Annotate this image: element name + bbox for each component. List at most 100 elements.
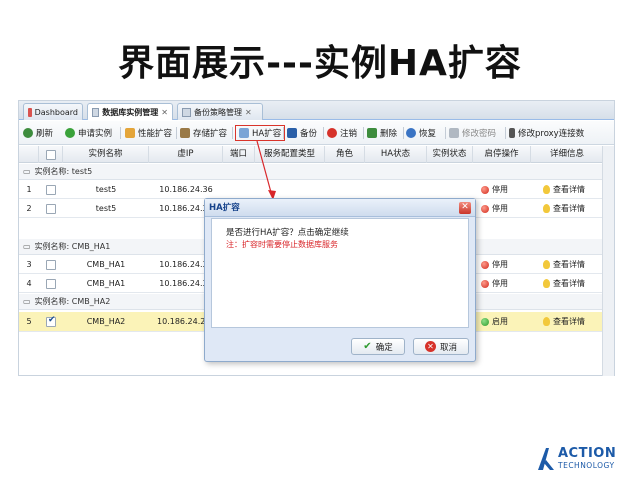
storage-expand-button[interactable]: 存储扩容: [180, 125, 227, 141]
collapse-icon[interactable]: ▭: [23, 294, 31, 310]
bulb-icon: [543, 204, 550, 213]
cancel-button[interactable]: ✕ 取消: [413, 338, 469, 355]
header-role[interactable]: 角色: [325, 146, 365, 163]
refresh-button[interactable]: 刷新: [23, 125, 53, 141]
tab-dashboard[interactable]: Dashboard: [23, 103, 83, 120]
view-detail-link[interactable]: 查看详情: [543, 200, 603, 218]
toolbar-divider: [505, 127, 506, 139]
header-service-type[interactable]: 服务配置类型: [255, 146, 325, 163]
view-detail-link[interactable]: 查看详情: [543, 181, 603, 199]
view-detail-link[interactable]: 查看详情: [543, 312, 603, 332]
change-password-button[interactable]: 修改密码: [449, 125, 496, 141]
button-label: 刷新: [36, 129, 54, 139]
button-label: 备份: [300, 129, 318, 139]
row-checkbox-checked[interactable]: [46, 315, 56, 327]
close-icon[interactable]: ✕: [459, 202, 471, 214]
header-instance-status[interactable]: 实例状态: [427, 146, 473, 163]
ha-expand-button[interactable]: HA扩容: [235, 125, 286, 141]
detail-label: 查看详情: [553, 204, 585, 213]
toolbar-divider: [283, 127, 284, 139]
cell-vip: 10.186.24.36: [159, 185, 213, 194]
stop-action[interactable]: 停用: [481, 256, 531, 274]
ha-icon: [239, 128, 249, 138]
header-ha-status[interactable]: HA状态: [365, 146, 427, 163]
vertical-scrollbar[interactable]: [602, 146, 614, 376]
view-detail-link[interactable]: 查看详情: [543, 275, 603, 293]
collapse-icon[interactable]: ▭: [23, 164, 31, 180]
button-label: 删除: [380, 129, 398, 139]
button-label: HA扩容: [252, 129, 282, 139]
row-number: 2: [26, 204, 32, 213]
dialog-warning: 注：扩容时需要停止数据库服务: [226, 240, 338, 249]
group-label: 实例名称: test5: [34, 167, 93, 176]
ha-expand-dialog: HA扩容 ✕ 是否进行HA扩容？点击确定继续 注：扩容时需要停止数据库服务 ✔ 确…: [204, 198, 476, 362]
tab-backup-policy[interactable]: 备份策略管理 ✕: [177, 103, 263, 120]
button-label: 确定: [375, 342, 393, 353]
toolbar-divider: [403, 127, 404, 139]
stop-icon: [481, 260, 489, 269]
action-label: 停用: [492, 204, 508, 213]
logo-subtext: TECHNOLOGY: [558, 461, 615, 470]
row-number: 1: [26, 185, 32, 194]
table-row[interactable]: 1 test5 10.186.24.36 停用 查看详情: [19, 181, 614, 199]
pencil-icon: [509, 128, 515, 138]
backup-button[interactable]: 备份: [287, 125, 317, 141]
action-label: 停用: [492, 279, 508, 288]
bulb-icon: [543, 260, 550, 269]
row-checkbox[interactable]: [46, 279, 56, 289]
toolbar-divider: [445, 127, 446, 139]
start-action[interactable]: 启用: [481, 312, 531, 332]
header-port[interactable]: 端口: [223, 146, 255, 163]
select-all-checkbox[interactable]: [46, 150, 56, 160]
header-name[interactable]: 实例名称: [63, 146, 149, 163]
stop-action[interactable]: 停用: [481, 181, 531, 199]
header-rownum: [19, 146, 39, 163]
group-header[interactable]: ▭ 实例名称: test5: [19, 164, 614, 180]
bulb-icon: [543, 185, 550, 194]
ok-button[interactable]: ✔ 确定: [351, 338, 405, 355]
toolbar-divider: [232, 127, 233, 139]
delete-button[interactable]: 删除: [367, 125, 397, 141]
select-all-cell[interactable]: [39, 146, 63, 163]
close-icon[interactable]: ✕: [245, 108, 252, 117]
collapse-icon[interactable]: ▭: [23, 239, 31, 255]
row-checkbox[interactable]: [46, 260, 56, 270]
stop-action[interactable]: 停用: [481, 200, 531, 218]
grid-header: 实例名称 虚IP 端口 服务配置类型 角色 HA状态 实例状态 启停操作 详细信…: [19, 146, 614, 163]
cancel-icon: ✕: [424, 341, 436, 352]
button-label: 修改密码: [462, 129, 497, 139]
button-label: 性能扩容: [138, 129, 173, 139]
restore-button[interactable]: 恢复: [406, 125, 436, 141]
tab-label: Dashboard: [34, 107, 78, 117]
cancel-instance-button[interactable]: 注销: [327, 125, 357, 141]
row-checkbox[interactable]: [46, 204, 56, 214]
button-label: 修改proxy连接数: [518, 129, 585, 139]
chart-icon: [125, 128, 135, 138]
stop-action[interactable]: 停用: [481, 275, 531, 293]
page-icon: [182, 107, 191, 117]
apply-instance-button[interactable]: 申请实例: [65, 125, 112, 141]
change-proxy-button[interactable]: 修改proxy连接数: [509, 125, 584, 141]
button-label: 恢复: [419, 129, 437, 139]
detail-label: 查看详情: [553, 260, 585, 269]
view-detail-link[interactable]: 查看详情: [543, 256, 603, 274]
stop-icon: [481, 204, 489, 213]
tab-instance-management[interactable]: 数据库实例管理 ✕: [87, 103, 173, 120]
page-icon: [92, 107, 100, 117]
dashboard-icon: [28, 107, 32, 117]
row-checkbox[interactable]: [46, 185, 56, 195]
tab-label: 数据库实例管理: [102, 107, 159, 117]
action-label: 启用: [492, 317, 508, 326]
company-logo: ACTION TECHNOLOGY: [536, 446, 634, 474]
header-action[interactable]: 启停操作: [473, 146, 531, 163]
toolbar: 刷新 申请实例 性能扩容 存储扩容 HA扩容 备份 注销 删除 恢复 修改密码 …: [19, 121, 614, 145]
perf-expand-button[interactable]: 性能扩容: [125, 125, 172, 141]
dialog-title: HA扩容: [205, 199, 475, 217]
detail-label: 查看详情: [553, 317, 585, 326]
header-detail[interactable]: 详细信息: [531, 146, 603, 163]
close-icon[interactable]: ✕: [161, 108, 168, 117]
button-label: 申请实例: [78, 129, 113, 139]
header-vip[interactable]: 虚IP: [149, 146, 223, 163]
toolbar-divider: [323, 127, 324, 139]
button-label: 取消: [439, 342, 457, 353]
